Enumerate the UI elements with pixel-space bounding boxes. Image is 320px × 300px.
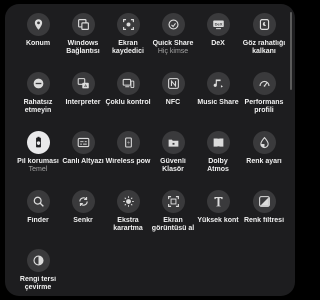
wireless-power-icon[interactable] <box>116 131 140 154</box>
tile-yuksek-kontrast[interactable]: Yüksek kont <box>194 190 242 250</box>
tile-label: Renk filtresi <box>243 217 285 224</box>
search-icon[interactable] <box>26 190 50 213</box>
scrollbar[interactable] <box>290 12 292 90</box>
tile-status: Hiç kimse <box>157 48 189 55</box>
quick-share-icon[interactable] <box>161 13 185 36</box>
tile-renk-filtresi[interactable]: Renk filtresi <box>240 190 288 250</box>
performance-icon[interactable] <box>252 72 276 95</box>
interpreter-icon[interactable]: A <box>71 72 95 95</box>
screenshot-icon[interactable] <box>161 190 185 213</box>
screen-recorder-icon[interactable] <box>116 13 140 36</box>
tile-dolby-atmos[interactable]: Dolby Atmos <box>194 131 242 191</box>
svg-text:A: A <box>84 83 87 88</box>
dex-icon[interactable]: DeX <box>206 13 230 36</box>
svg-text:DeX: DeX <box>214 22 222 27</box>
tile-goz-rahatligi[interactable]: Göz rahatlığı kalkanı <box>240 13 288 73</box>
font-t-icon[interactable] <box>206 190 230 213</box>
windows-link-icon[interactable] <box>71 13 95 36</box>
nfc-icon[interactable] <box>161 72 185 95</box>
secure-folder-icon[interactable] <box>161 131 185 154</box>
tile-rengi-ters-cevirme[interactable]: Rengi tersi çevirme <box>14 249 62 296</box>
tile-dex[interactable]: DeX DeX <box>194 13 242 73</box>
multi-control-icon[interactable] <box>116 72 140 95</box>
tile-music-share[interactable]: Music Share <box>194 72 242 132</box>
tile-status: Temel <box>28 166 48 173</box>
quick-settings-panel: Konum Windows Bağlantısı Ekran kaydedici Qu… <box>5 4 295 296</box>
battery-shield-icon[interactable] <box>26 131 50 154</box>
color-filter-icon[interactable] <box>252 190 276 213</box>
location-pin-icon[interactable] <box>26 13 50 36</box>
color-adjust-icon[interactable] <box>252 131 276 154</box>
tile-label: Performans profili <box>244 99 284 114</box>
tile-label: Renk ayarı <box>246 158 282 165</box>
live-caption-icon[interactable] <box>71 131 95 154</box>
tile-performans-profili[interactable]: Performans profili <box>240 72 288 132</box>
music-share-icon[interactable] <box>206 72 230 95</box>
dolby-icon[interactable] <box>206 131 230 154</box>
tile-label: Rengi tersi çevirme <box>19 276 57 291</box>
extra-dim-icon[interactable] <box>116 190 140 213</box>
tile-label: Göz rahatlığı kalkanı <box>242 40 286 55</box>
invert-colors-icon[interactable] <box>26 249 50 272</box>
sync-icon[interactable] <box>71 190 95 213</box>
do-not-disturb-icon[interactable] <box>26 72 50 95</box>
tile-renk-ayari[interactable]: Renk ayarı <box>240 131 288 191</box>
eye-comfort-icon[interactable] <box>252 13 276 36</box>
